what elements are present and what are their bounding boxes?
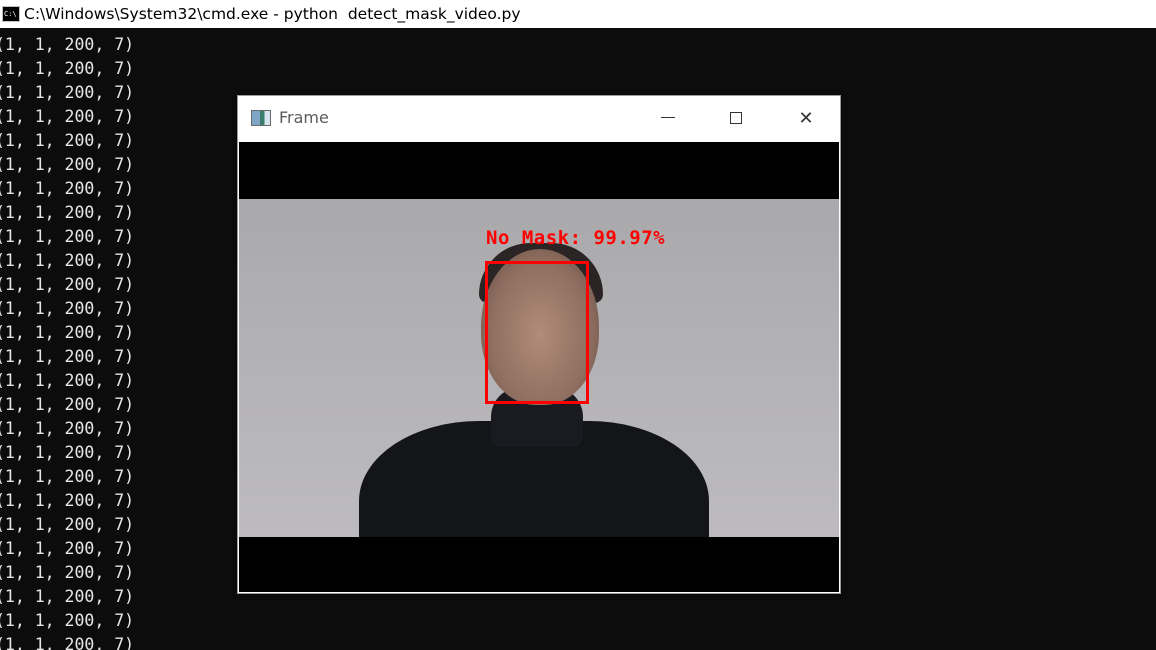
- video-frame: No Mask: 99.97%: [239, 142, 839, 592]
- console-line: (1, 1, 200, 7): [0, 611, 135, 630]
- console-line: (1, 1, 200, 7): [0, 107, 135, 126]
- console-window-title: C:\Windows\System32\cmd.exe - python det…: [24, 5, 521, 23]
- console-line: (1, 1, 200, 7): [0, 443, 135, 462]
- console-line: (1, 1, 200, 7): [0, 227, 135, 246]
- console-line: (1, 1, 200, 7): [0, 35, 135, 54]
- console-line: (1, 1, 200, 7): [0, 179, 135, 198]
- console-line: (1, 1, 200, 7): [0, 347, 135, 366]
- console-titlebar[interactable]: C:\ C:\Windows\System32\cmd.exe - python…: [0, 0, 1156, 28]
- console-line: (1, 1, 200, 7): [0, 299, 135, 318]
- frame-window[interactable]: Frame ✕ No Mask: 99.97%: [237, 95, 841, 594]
- console-line: (1, 1, 200, 7): [0, 275, 135, 294]
- app-window-icon: [251, 110, 271, 126]
- face-detection-box: [485, 261, 589, 404]
- console-line: (1, 1, 200, 7): [0, 563, 135, 582]
- console-line: (1, 1, 200, 7): [0, 587, 135, 606]
- maximize-icon: [730, 112, 742, 124]
- console-line: (1, 1, 200, 7): [0, 323, 135, 342]
- console-line: (1, 1, 200, 7): [0, 131, 135, 150]
- close-button[interactable]: ✕: [771, 96, 841, 140]
- webcam-image: No Mask: 99.97%: [239, 199, 839, 537]
- console-line: (1, 1, 200, 7): [0, 539, 135, 558]
- console-line: (1, 1, 200, 7): [0, 251, 135, 270]
- console-line: (1, 1, 200, 7): [0, 491, 135, 510]
- maximize-button[interactable]: [701, 96, 771, 140]
- console-line: (1, 1, 200, 7): [0, 467, 135, 486]
- cmd-icon: C:\: [2, 6, 20, 22]
- console-line: (1, 1, 200, 7): [0, 203, 135, 222]
- console-line: (1, 1, 200, 7): [0, 59, 135, 78]
- minimize-button[interactable]: [633, 96, 703, 140]
- close-icon: ✕: [798, 107, 814, 129]
- console-line: (1, 1, 200, 7): [0, 515, 135, 534]
- console-line: (1, 1, 200, 7): [0, 395, 135, 414]
- console-line: (1, 1, 200, 7): [0, 155, 135, 174]
- detection-label: No Mask: 99.97%: [486, 227, 666, 249]
- console-line: (1, 1, 200, 7): [0, 371, 135, 390]
- frame-titlebar[interactable]: Frame ✕: [238, 96, 840, 142]
- console-line: (1, 1, 200, 7): [0, 635, 135, 650]
- console-line: (1, 1, 200, 7): [0, 419, 135, 438]
- console-line: (1, 1, 200, 7): [0, 83, 135, 102]
- frame-window-title: Frame: [279, 108, 329, 127]
- minimize-icon: [661, 116, 675, 118]
- console-lines: (1, 1, 200, 7) (1, 1, 200, 7) (1, 1, 200, …: [0, 33, 134, 650]
